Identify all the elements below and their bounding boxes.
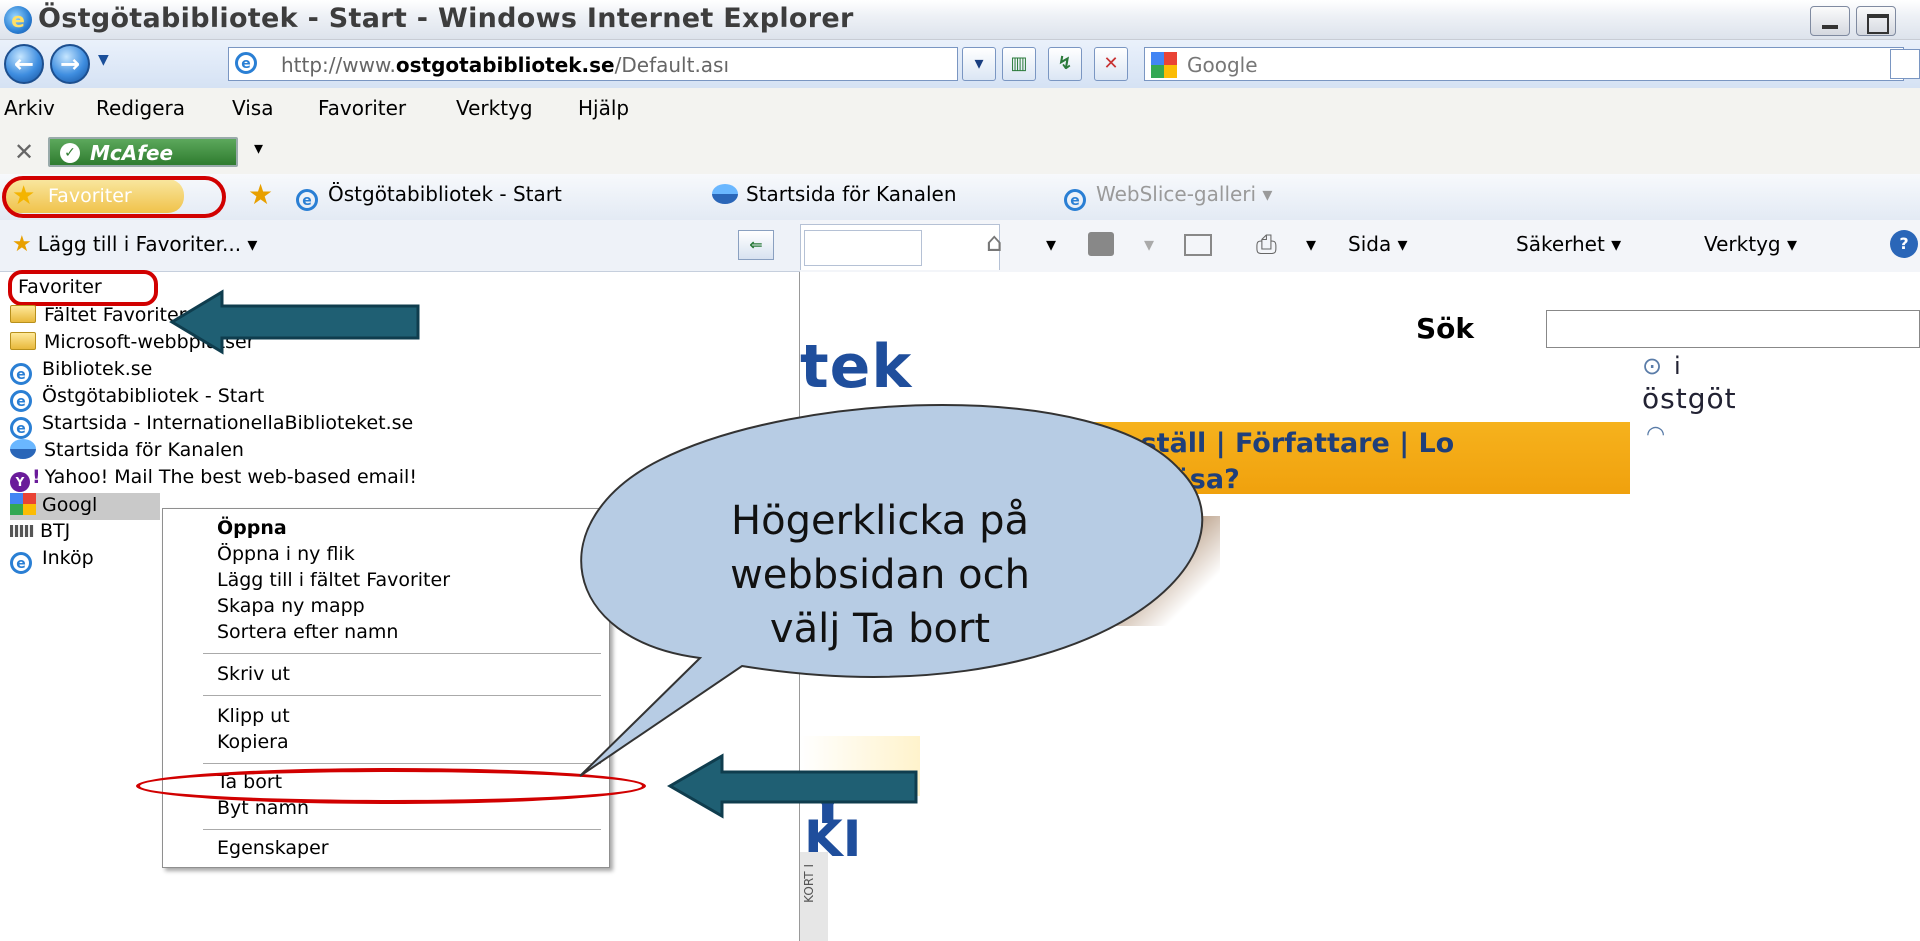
teal-arrow-left	[666, 753, 918, 819]
annotation-overlay	[169, 289, 1204, 819]
callout-text: Högerklicka på webbsidan och välj Ta bor…	[730, 498, 1030, 652]
teal-arrow-left	[169, 289, 420, 355]
